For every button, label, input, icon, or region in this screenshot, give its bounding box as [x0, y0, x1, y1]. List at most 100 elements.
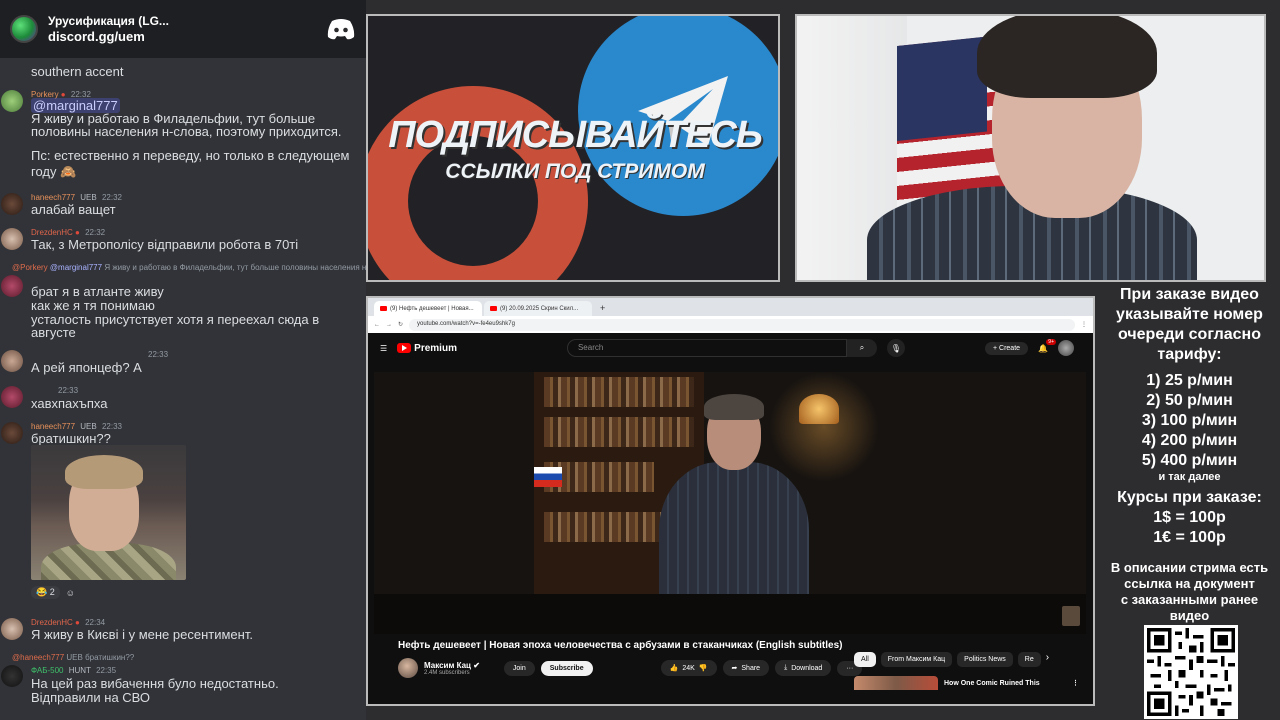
info-heading: тарифу: [1157, 346, 1222, 363]
invite-link[interactable]: discord.gg/uem [48, 29, 316, 45]
desc-line: ссылка на документ [1124, 576, 1255, 591]
streamer-webcam [795, 14, 1266, 282]
message-meta: DrezdenHC ● 22:34 [31, 618, 105, 627]
message-text: Я живу в Києві і у мене ресентимент. [31, 627, 253, 642]
avatar[interactable] [1, 618, 23, 640]
username[interactable]: ФАБ-500 [31, 666, 64, 675]
rate-item: 1$ = 100р [1153, 509, 1226, 526]
timestamp: 22:33 [148, 350, 169, 359]
server-icon[interactable] [10, 15, 38, 43]
forward-icon[interactable]: → [386, 322, 392, 328]
related-video[interactable]: How One Comic Ruined This ⋮ [854, 676, 1079, 690]
menu-icon[interactable]: ☰ [380, 344, 387, 353]
youtube-play-icon [397, 343, 412, 353]
message-text: году 🙈 [31, 164, 77, 179]
user-tag: UEB [80, 422, 97, 431]
flag-canton [897, 36, 987, 141]
search-button[interactable]: ⌕ [846, 339, 877, 357]
browser-tab-active[interactable]: (9) Нефть дешевеет | Новая... [374, 301, 482, 316]
avatar[interactable] [1, 275, 23, 297]
tariff-item: 2) 50 р/мин [1146, 392, 1233, 409]
chip-politics[interactable]: Politics News [957, 652, 1013, 667]
reply-text: братишкин?? [85, 653, 135, 662]
video-title: Нефть дешевеет | Новая эпоха человечеств… [398, 640, 843, 651]
timestamp: 22:33 [101, 422, 122, 431]
presenter-hair [704, 394, 764, 420]
reply-preview[interactable]: @Porkery @marginal777 Я живу и работаю в… [12, 263, 366, 272]
tariff-item: 5) 400 р/мин [1141, 452, 1238, 469]
rate-item: 1€ = 100р [1153, 529, 1226, 546]
extensions-icon[interactable]: ⋮ [1081, 321, 1087, 328]
avatar[interactable] [1, 193, 23, 215]
avatar[interactable] [1, 228, 23, 250]
books [544, 377, 694, 407]
chevron-right-icon[interactable]: › [1046, 652, 1049, 667]
tariff-item: 3) 100 р/мин [1141, 412, 1238, 429]
browser-tab[interactable]: (9) 20.09.2025 Скрин Скил... [484, 301, 592, 316]
reply-preview[interactable]: @haneech777 UEB братишкин?? [12, 653, 134, 662]
share-icon: ➦ [731, 665, 738, 672]
channel-name[interactable]: Максим Кац ✔ [424, 661, 480, 670]
subscribe-banner: ПОДПИСЫВАЙТЕСЬ ССЫЛКИ ПОД СТРИМОМ [366, 14, 780, 282]
banner-subtitle: ССЫЛКИ ПОД СТРИМОМ [445, 160, 705, 183]
username[interactable]: DrezdenHC [31, 618, 73, 627]
reload-icon[interactable]: ↻ [398, 321, 403, 328]
kebab-menu-icon[interactable]: ⋮ [1072, 679, 1079, 687]
tariff-etc: и так далее [1158, 471, 1221, 483]
back-icon[interactable]: ← [374, 322, 380, 328]
message-meta: haneech777 UEB 22:32 [31, 193, 122, 202]
like-button[interactable]: 👍 24K 👎 [660, 660, 717, 676]
avatar[interactable] [1, 665, 23, 687]
download-label: Download [791, 664, 823, 672]
voice-search-button[interactable]: 🎙 [886, 339, 905, 357]
account-avatar[interactable] [1058, 340, 1074, 356]
add-reaction-icon[interactable]: ☺ [66, 588, 75, 598]
subscribe-button[interactable]: Subscribe [540, 660, 593, 676]
create-button[interactable]: + Create [984, 341, 1029, 355]
share-button[interactable]: ➦ Share [722, 660, 770, 676]
notifications-button[interactable]: 🔔 9+ [1038, 338, 1056, 353]
related-chips: All From Максим Кац Politics News Re › [854, 652, 1049, 667]
avatar[interactable] [1, 350, 23, 372]
username[interactable]: haneech777 [31, 193, 75, 202]
reply-mention: @marginal777 [49, 263, 103, 272]
avatar[interactable] [1, 90, 23, 112]
tab-bar: (9) Нефть дешевеет | Новая... (9) 20.09.… [368, 298, 1093, 316]
timestamp: 22:34 [85, 618, 106, 627]
download-button[interactable]: ⤓ Download [775, 660, 832, 676]
info-heading: указывайте номер [1116, 306, 1263, 323]
message-meta: DrezdenHC ● 22:32 [31, 228, 105, 237]
role-icon: ● [75, 228, 80, 237]
desc-line: В описании стрима есть [1110, 560, 1269, 575]
username[interactable]: haneech777 [31, 422, 75, 431]
chip-related[interactable]: Re [1017, 652, 1041, 667]
order-info-panel: При заказе видео указывайте номер очеред… [1099, 282, 1280, 720]
video-player[interactable] [374, 372, 1086, 634]
reply-username: @Porkery [12, 263, 48, 272]
address-bar[interactable]: youtube.com/watch?v=-fe4eu9shk7g [409, 318, 1075, 331]
avatar[interactable] [1, 422, 23, 444]
avatar[interactable] [1, 386, 23, 408]
new-tab-button[interactable]: + [594, 303, 611, 316]
timestamp: 22:32 [85, 228, 106, 237]
search-input[interactable]: Search [566, 339, 847, 357]
tariff-item: 4) 200 р/мин [1141, 432, 1238, 449]
chip-all[interactable]: All [854, 652, 876, 667]
stream-layout: Урусификация (LG... discord.gg/uem south… [0, 0, 1280, 720]
channel-avatar[interactable] [398, 658, 418, 678]
attached-image[interactable] [31, 445, 186, 580]
message-text: Відправили на СВО [31, 690, 151, 705]
youtube-favicon-icon [490, 306, 497, 311]
info-heading: очереди согласно [1117, 326, 1261, 343]
channel-name-text: Максим Кац [424, 660, 471, 670]
message-text: как же я тя понимаю [31, 298, 155, 313]
join-button[interactable]: Join [503, 660, 535, 676]
banner-title: ПОДПИСЫВАЙТЕСЬ [388, 114, 763, 156]
username[interactable]: DrezdenHC [31, 228, 73, 237]
reaction-button[interactable]: 😂 2 [31, 586, 60, 599]
message-text: хавхпахъпха [31, 396, 108, 411]
channel-row: Максим Кац ✔ 2.4M subscribers Join Subsc… [398, 658, 863, 678]
message-meta: 22:33 [55, 386, 78, 395]
youtube-logo[interactable]: Premium [397, 343, 457, 354]
chip-from-channel[interactable]: From Максим Кац [880, 652, 953, 667]
